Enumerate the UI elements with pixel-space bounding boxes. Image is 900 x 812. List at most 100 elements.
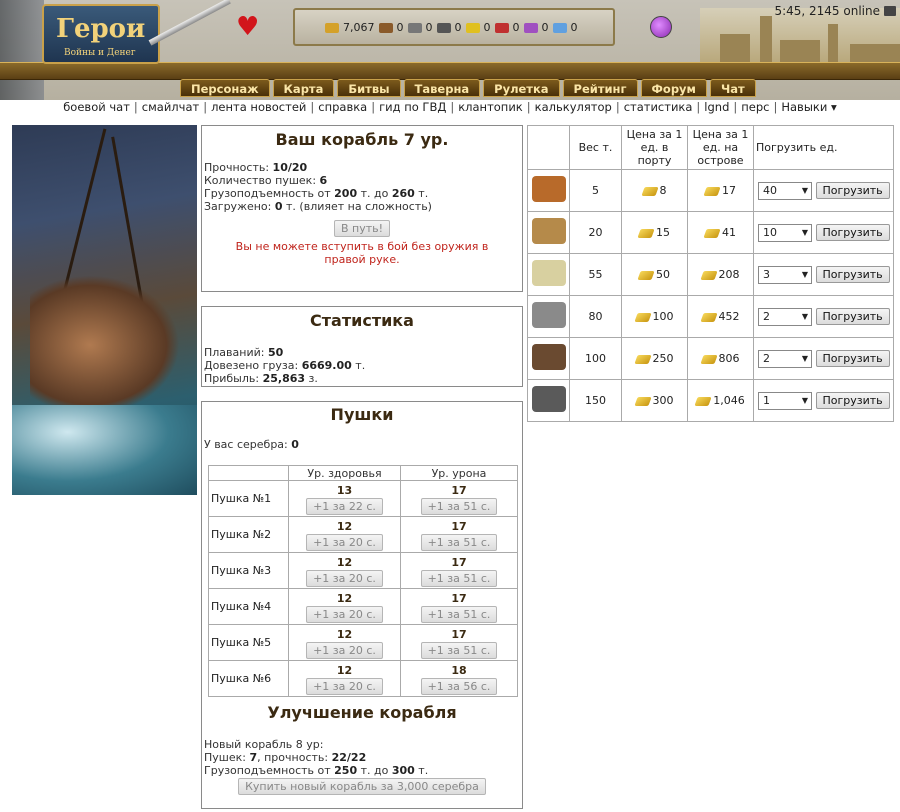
sub-links-bar: боевой чат | смайлчат | лента новостей | справ… [0,100,900,117]
upgrade-damage-button[interactable]: +1 за 51 с. [420,642,498,659]
cannon-name: Пушка №2 [208,516,289,553]
cannon-health-cell: 12 +1 за 20 с. [288,660,401,697]
upgrade-damage-button[interactable]: +1 за 51 с. [420,570,498,587]
upgrade-info: Новый корабль 8 ур: Пушек: 7, прочность:… [204,738,522,777]
load-button[interactable]: Погрузить [815,223,890,241]
goods-row: 1503001,0461 Погрузить [527,379,894,422]
link-separator: | [696,100,701,114]
nav-item[interactable]: Рулетка [483,79,560,97]
nav-item[interactable]: Рейтинг [562,79,638,97]
sub-link[interactable]: справка [318,100,367,114]
wood-icon [378,22,393,33]
gold-icon [633,354,652,364]
set-sail-button[interactable]: В путь! [333,220,391,237]
upgrade-damage-button[interactable]: +1 за 51 с. [420,534,498,551]
load-button[interactable]: Погрузить [815,265,890,283]
main-nav: Персонаж Карта Битвы Таверна Рулетка Рейтинг Ф… [180,79,756,97]
goods-col-load: Погрузить ед. [753,125,894,170]
quantity-select[interactable]: 2 [758,307,812,326]
silver-info: У вас серебра: 0 [204,438,299,451]
upgrade-damage-button[interactable]: +1 за 51 с. [420,498,498,515]
nav-item[interactable]: Форум [640,79,707,97]
cannon-damage: 18 [451,664,467,677]
cannons-table: Ур. здоровья Ур. урона Пушка №1 13 +1 за 2… [208,465,518,697]
upgrade-health-button[interactable]: +1 за 22 с. [306,498,383,515]
game-logo[interactable]: Герои Войны и Денег [42,4,160,64]
gold-icon [325,22,339,33]
cannon-col-damage: Ур. урона [400,465,518,481]
resources-row: 7,067 0 0 0 0 0 0 0 [325,21,578,34]
sub-link[interactable]: калькулятор [535,100,612,114]
gold-icon [699,354,718,364]
link-separator: | [450,100,455,114]
cannon-row: Пушка №4 12 +1 за 20 с. 17 +1 за 51 с. [208,588,518,625]
upgrade-damage-button[interactable]: +1 за 51 с. [420,606,498,623]
goods-weight: 5 [569,169,622,212]
upgrade-health-button[interactable]: +1 за 20 с. [306,534,383,551]
load-button[interactable]: Погрузить [815,181,890,199]
resource-value: 7,067 [343,21,375,34]
goods-island-price: 41 [687,211,754,254]
sub-link[interactable]: перс [741,100,769,114]
sub-link[interactable]: смайлчат [142,100,199,114]
goods-row: 55502083 Погрузить [527,253,894,296]
upgrade-health-button[interactable]: +1 за 20 с. [306,570,383,587]
resource-value: 0 [454,21,462,34]
upgrade-title: Улучшение корабля [267,703,457,722]
sub-link[interactable]: гид по ГВД [379,100,446,114]
cannon-name: Пушка №3 [208,552,289,589]
upgrade-new-ship: Новый корабль 8 ур: [204,738,324,751]
cannon-row: Пушка №5 12 +1 за 20 с. 17 +1 за 51 с. [208,624,518,661]
goods-col-icon [527,125,570,170]
cannon-row: Пушка №2 12 +1 за 20 с. 17 +1 за 51 с. [208,516,518,553]
cannon-name: Пушка №4 [208,588,289,625]
sub-link[interactable]: лента новостей [211,100,306,114]
goods-row: 20154110 Погрузить [527,211,894,254]
cannon-health-cell: 12 +1 за 20 с. [288,552,401,589]
gold-icon [703,186,721,196]
quantity-select[interactable]: 1 [758,391,812,410]
goods-port-price: 300 [621,379,688,422]
upgrade-health-button[interactable]: +1 за 20 с. [306,606,383,623]
link-separator: | [733,100,738,114]
cannon-damage: 17 [451,556,467,569]
load-button[interactable]: Погрузить [815,307,890,325]
quantity-select[interactable]: 2 [758,349,812,368]
ship-info: Прочность: 10/20 Количество пушек: 6 Гру… [204,161,522,213]
load-button[interactable]: Погрузить [815,349,890,367]
upgrade-health-button[interactable]: +1 за 20 с. [306,678,383,695]
sub-link[interactable]: lgnd [704,100,729,114]
nav-item[interactable]: Чат [709,79,756,97]
sub-link[interactable]: боевой чат [63,100,130,114]
goods-row: 801004522 Погрузить [527,295,894,338]
link-separator: | [526,100,531,114]
mercury-icon [436,22,451,33]
cannon-health-cell: 12 +1 за 20 с. [288,588,401,625]
potion-icon[interactable] [650,16,672,38]
nav-item[interactable]: Персонаж [180,79,270,97]
pirates-ship-illustration [12,125,197,495]
nav-item[interactable]: Карта [272,79,335,97]
heart-icon[interactable]: ♥ [236,14,259,40]
sub-link[interactable]: статистика [624,100,693,114]
quantity-select[interactable]: 3 [758,265,812,284]
flour-icon [531,260,566,286]
buy-new-ship-button[interactable]: Купить новый корабль за 3,000 серебра [238,778,486,795]
upgrade-health-button[interactable]: +1 за 20 с. [306,642,383,659]
camera-icon[interactable] [884,6,896,16]
quantity-select[interactable]: 40 [758,181,812,200]
nav-item[interactable]: Таверна [403,79,481,97]
cannon-health-cell: 12 +1 за 20 с. [288,516,401,553]
resource-value: 0 [512,21,520,34]
sub-link[interactable]: клантопик [458,100,523,114]
quantity-select[interactable]: 10 [758,223,812,242]
gold-icon [694,396,712,406]
load-button[interactable]: Погрузить [815,391,890,409]
sub-link[interactable]: Навыки ▾ [781,100,836,114]
goods-island-price: 208 [687,253,754,296]
upgrade-damage-button[interactable]: +1 за 56 с. [420,678,498,695]
goods-icon-cell [527,211,570,254]
goods-row: 1002508062 Погрузить [527,337,894,380]
goods-load-cell: 3 Погрузить [753,253,894,296]
nav-item[interactable]: Битвы [337,79,401,97]
